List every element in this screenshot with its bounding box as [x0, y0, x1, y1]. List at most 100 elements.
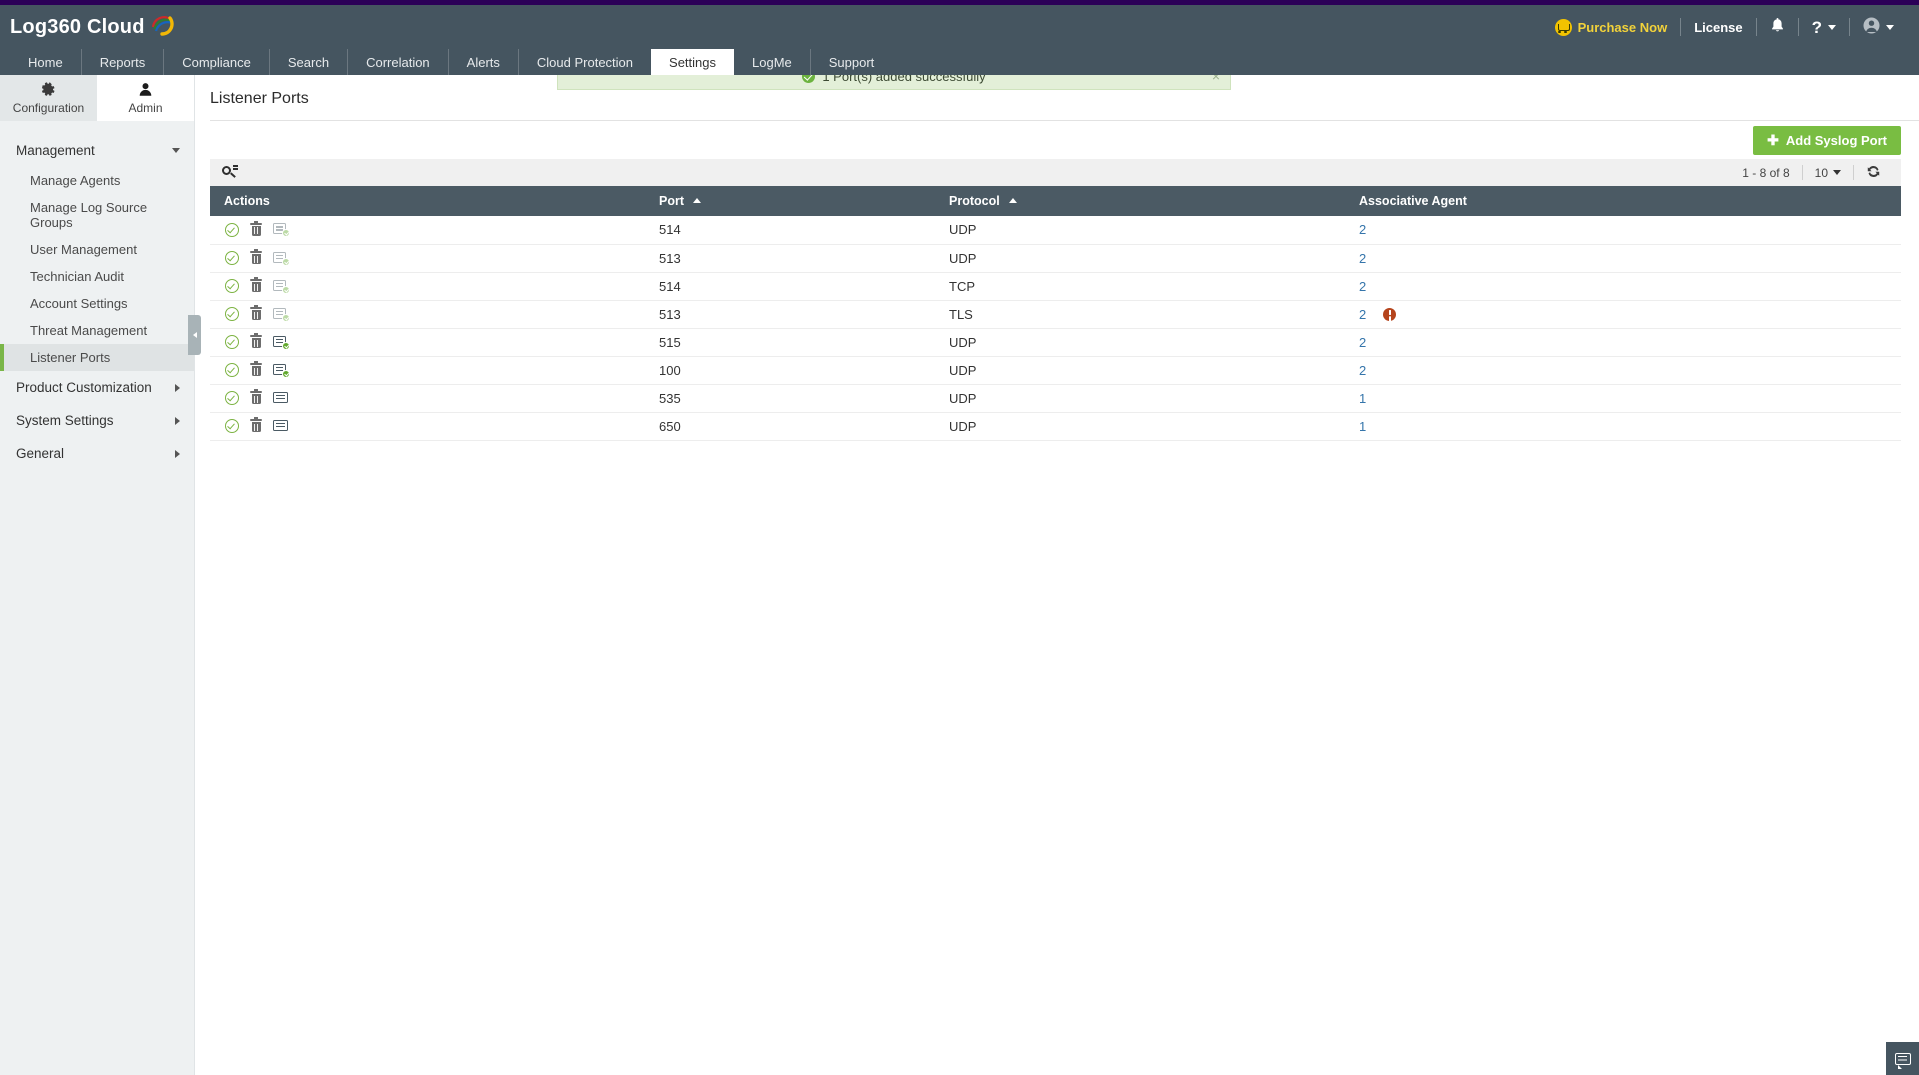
- refresh-button[interactable]: [1854, 164, 1893, 182]
- enable-icon[interactable]: [225, 335, 239, 349]
- sidebar-group-product-customization[interactable]: Product Customization: [0, 371, 194, 404]
- associative-agent-link[interactable]: 1: [1359, 419, 1366, 434]
- table-row: 513 TLS 2: [210, 300, 1901, 329]
- sort-ascending-icon: [693, 198, 702, 203]
- enable-icon[interactable]: [225, 307, 239, 321]
- delete-icon[interactable]: [250, 417, 262, 433]
- nav-tab-reports[interactable]: Reports: [80, 49, 164, 75]
- column-header-associative-agent[interactable]: Associative Agent: [1345, 186, 1901, 216]
- gear-icon: [41, 81, 56, 99]
- enable-icon[interactable]: [225, 251, 239, 265]
- server-check-icon[interactable]: [273, 223, 290, 238]
- server-check-icon[interactable]: [273, 307, 290, 322]
- column-header-port[interactable]: Port: [645, 186, 935, 216]
- server-check-icon[interactable]: [273, 251, 290, 266]
- sidebar-group-system-settings[interactable]: System Settings: [0, 404, 194, 437]
- cell-actions: [210, 356, 645, 385]
- server-check-icon[interactable]: [273, 279, 290, 294]
- delete-icon[interactable]: [250, 333, 262, 349]
- close-icon[interactable]: ×: [1212, 75, 1220, 83]
- search-icon[interactable]: [222, 165, 238, 179]
- cell-protocol: TCP: [935, 272, 1345, 301]
- sidebar-group-label: Management: [16, 143, 95, 158]
- sidebar-tab-admin[interactable]: Admin: [97, 75, 194, 121]
- nav-tab-cloud-protection[interactable]: Cloud Protection: [517, 49, 651, 75]
- nav-tab-label: Support: [828, 54, 875, 70]
- cell-port: 514: [645, 272, 935, 301]
- column-header-protocol[interactable]: Protocol: [935, 186, 1345, 216]
- user-account-button[interactable]: [1850, 16, 1907, 38]
- sidebar-group-general[interactable]: General: [0, 437, 194, 470]
- nav-tab-home[interactable]: Home: [10, 49, 81, 75]
- column-label-protocol: Protocol: [949, 194, 1000, 208]
- sidebar-item-manage-agents[interactable]: Manage Agents: [0, 167, 194, 194]
- app-logo[interactable]: Log360 Cloud: [0, 16, 174, 39]
- enable-icon[interactable]: [225, 222, 239, 237]
- help-menu-button[interactable]: ?: [1799, 16, 1849, 38]
- agent-cell-content: 2: [1359, 251, 1901, 266]
- chevron-down-icon: [172, 148, 180, 153]
- sidebar-item-technician-audit[interactable]: Technician Audit: [0, 263, 194, 290]
- card-icon[interactable]: [273, 420, 288, 432]
- sidebar-group-label: General: [16, 446, 65, 461]
- associative-agent-link[interactable]: 1: [1359, 391, 1366, 406]
- associative-agent-link[interactable]: 2: [1359, 222, 1366, 237]
- server-check-icon[interactable]: [273, 335, 290, 350]
- notification-bell-button[interactable]: [1757, 16, 1798, 38]
- purchase-now-button[interactable]: Purchase Now: [1542, 16, 1681, 38]
- sidebar-item-listener-ports[interactable]: Listener Ports: [0, 344, 194, 371]
- associative-agent-link[interactable]: 2: [1359, 363, 1366, 378]
- cell-port: 514: [645, 216, 935, 245]
- sidebar-collapse-handle[interactable]: [188, 315, 201, 355]
- delete-icon[interactable]: [250, 361, 262, 377]
- column-header-actions[interactable]: Actions: [210, 186, 645, 216]
- enable-icon[interactable]: [225, 363, 239, 377]
- nav-tab-compliance[interactable]: Compliance: [163, 49, 269, 75]
- table-row: 515 UDP 2: [210, 328, 1901, 357]
- column-label-actions: Actions: [224, 194, 270, 208]
- cell-associative-agent: 2: [1345, 300, 1901, 329]
- sidebar-tab-configuration[interactable]: Configuration: [0, 75, 97, 121]
- delete-icon[interactable]: [250, 389, 262, 405]
- sidebar-item-threat-management[interactable]: Threat Management: [0, 317, 194, 344]
- sidebar-item-manage-log-source-groups[interactable]: Manage Log Source Groups: [0, 194, 194, 236]
- enable-icon[interactable]: [225, 279, 239, 293]
- cell-protocol: UDP: [935, 412, 1345, 441]
- associative-agent-link[interactable]: 2: [1359, 251, 1366, 266]
- associative-agent-link[interactable]: 2: [1359, 335, 1366, 350]
- chat-feedback-button[interactable]: [1886, 1042, 1919, 1075]
- header-actions: Purchase Now License ?: [1542, 5, 1907, 49]
- sidebar-tab-strip: Configuration Admin: [0, 75, 194, 121]
- warning-icon[interactable]: [1383, 307, 1397, 321]
- table-row: 100 UDP 2: [210, 356, 1901, 385]
- chevron-down-icon: [1886, 24, 1894, 30]
- nav-tab-support[interactable]: Support: [809, 49, 893, 75]
- nav-tab-search[interactable]: Search: [268, 49, 347, 75]
- delete-icon[interactable]: [250, 249, 262, 265]
- nav-tab-alerts[interactable]: Alerts: [447, 49, 518, 75]
- associative-agent-link[interactable]: 2: [1359, 307, 1366, 322]
- cell-associative-agent: 2: [1345, 328, 1901, 357]
- sidebar-item-user-management[interactable]: User Management: [0, 236, 194, 263]
- card-icon[interactable]: [273, 392, 288, 404]
- sidebar-group-management[interactable]: Management: [0, 134, 194, 167]
- nav-tab-settings[interactable]: Settings: [651, 49, 735, 75]
- cell-actions: [210, 300, 645, 329]
- associative-agent-link[interactable]: 2: [1359, 279, 1366, 294]
- nav-tab-logme[interactable]: LogMe: [734, 49, 810, 75]
- nav-tab-correlation[interactable]: Correlation: [347, 49, 448, 75]
- license-button[interactable]: License: [1681, 16, 1755, 38]
- server-check-icon[interactable]: [273, 363, 290, 378]
- enable-icon[interactable]: [225, 391, 239, 405]
- sidebar-item-account-settings[interactable]: Account Settings: [0, 290, 194, 317]
- delete-icon[interactable]: [250, 220, 262, 237]
- delete-icon[interactable]: [250, 305, 262, 321]
- enable-icon[interactable]: [225, 419, 239, 433]
- logo-text: Log360 Cloud: [10, 15, 145, 38]
- page-size-selector[interactable]: 10: [1803, 166, 1853, 180]
- table-body: 514 UDP 2 513 UDP 2 514 TCP 2 513 TLS 2 515 UDP 2 100 UD…: [210, 216, 1901, 441]
- add-syslog-port-button[interactable]: ✚ Add Syslog Port: [1753, 125, 1901, 155]
- row-actions: [224, 333, 645, 350]
- delete-icon[interactable]: [250, 277, 262, 293]
- row-actions: [224, 277, 645, 294]
